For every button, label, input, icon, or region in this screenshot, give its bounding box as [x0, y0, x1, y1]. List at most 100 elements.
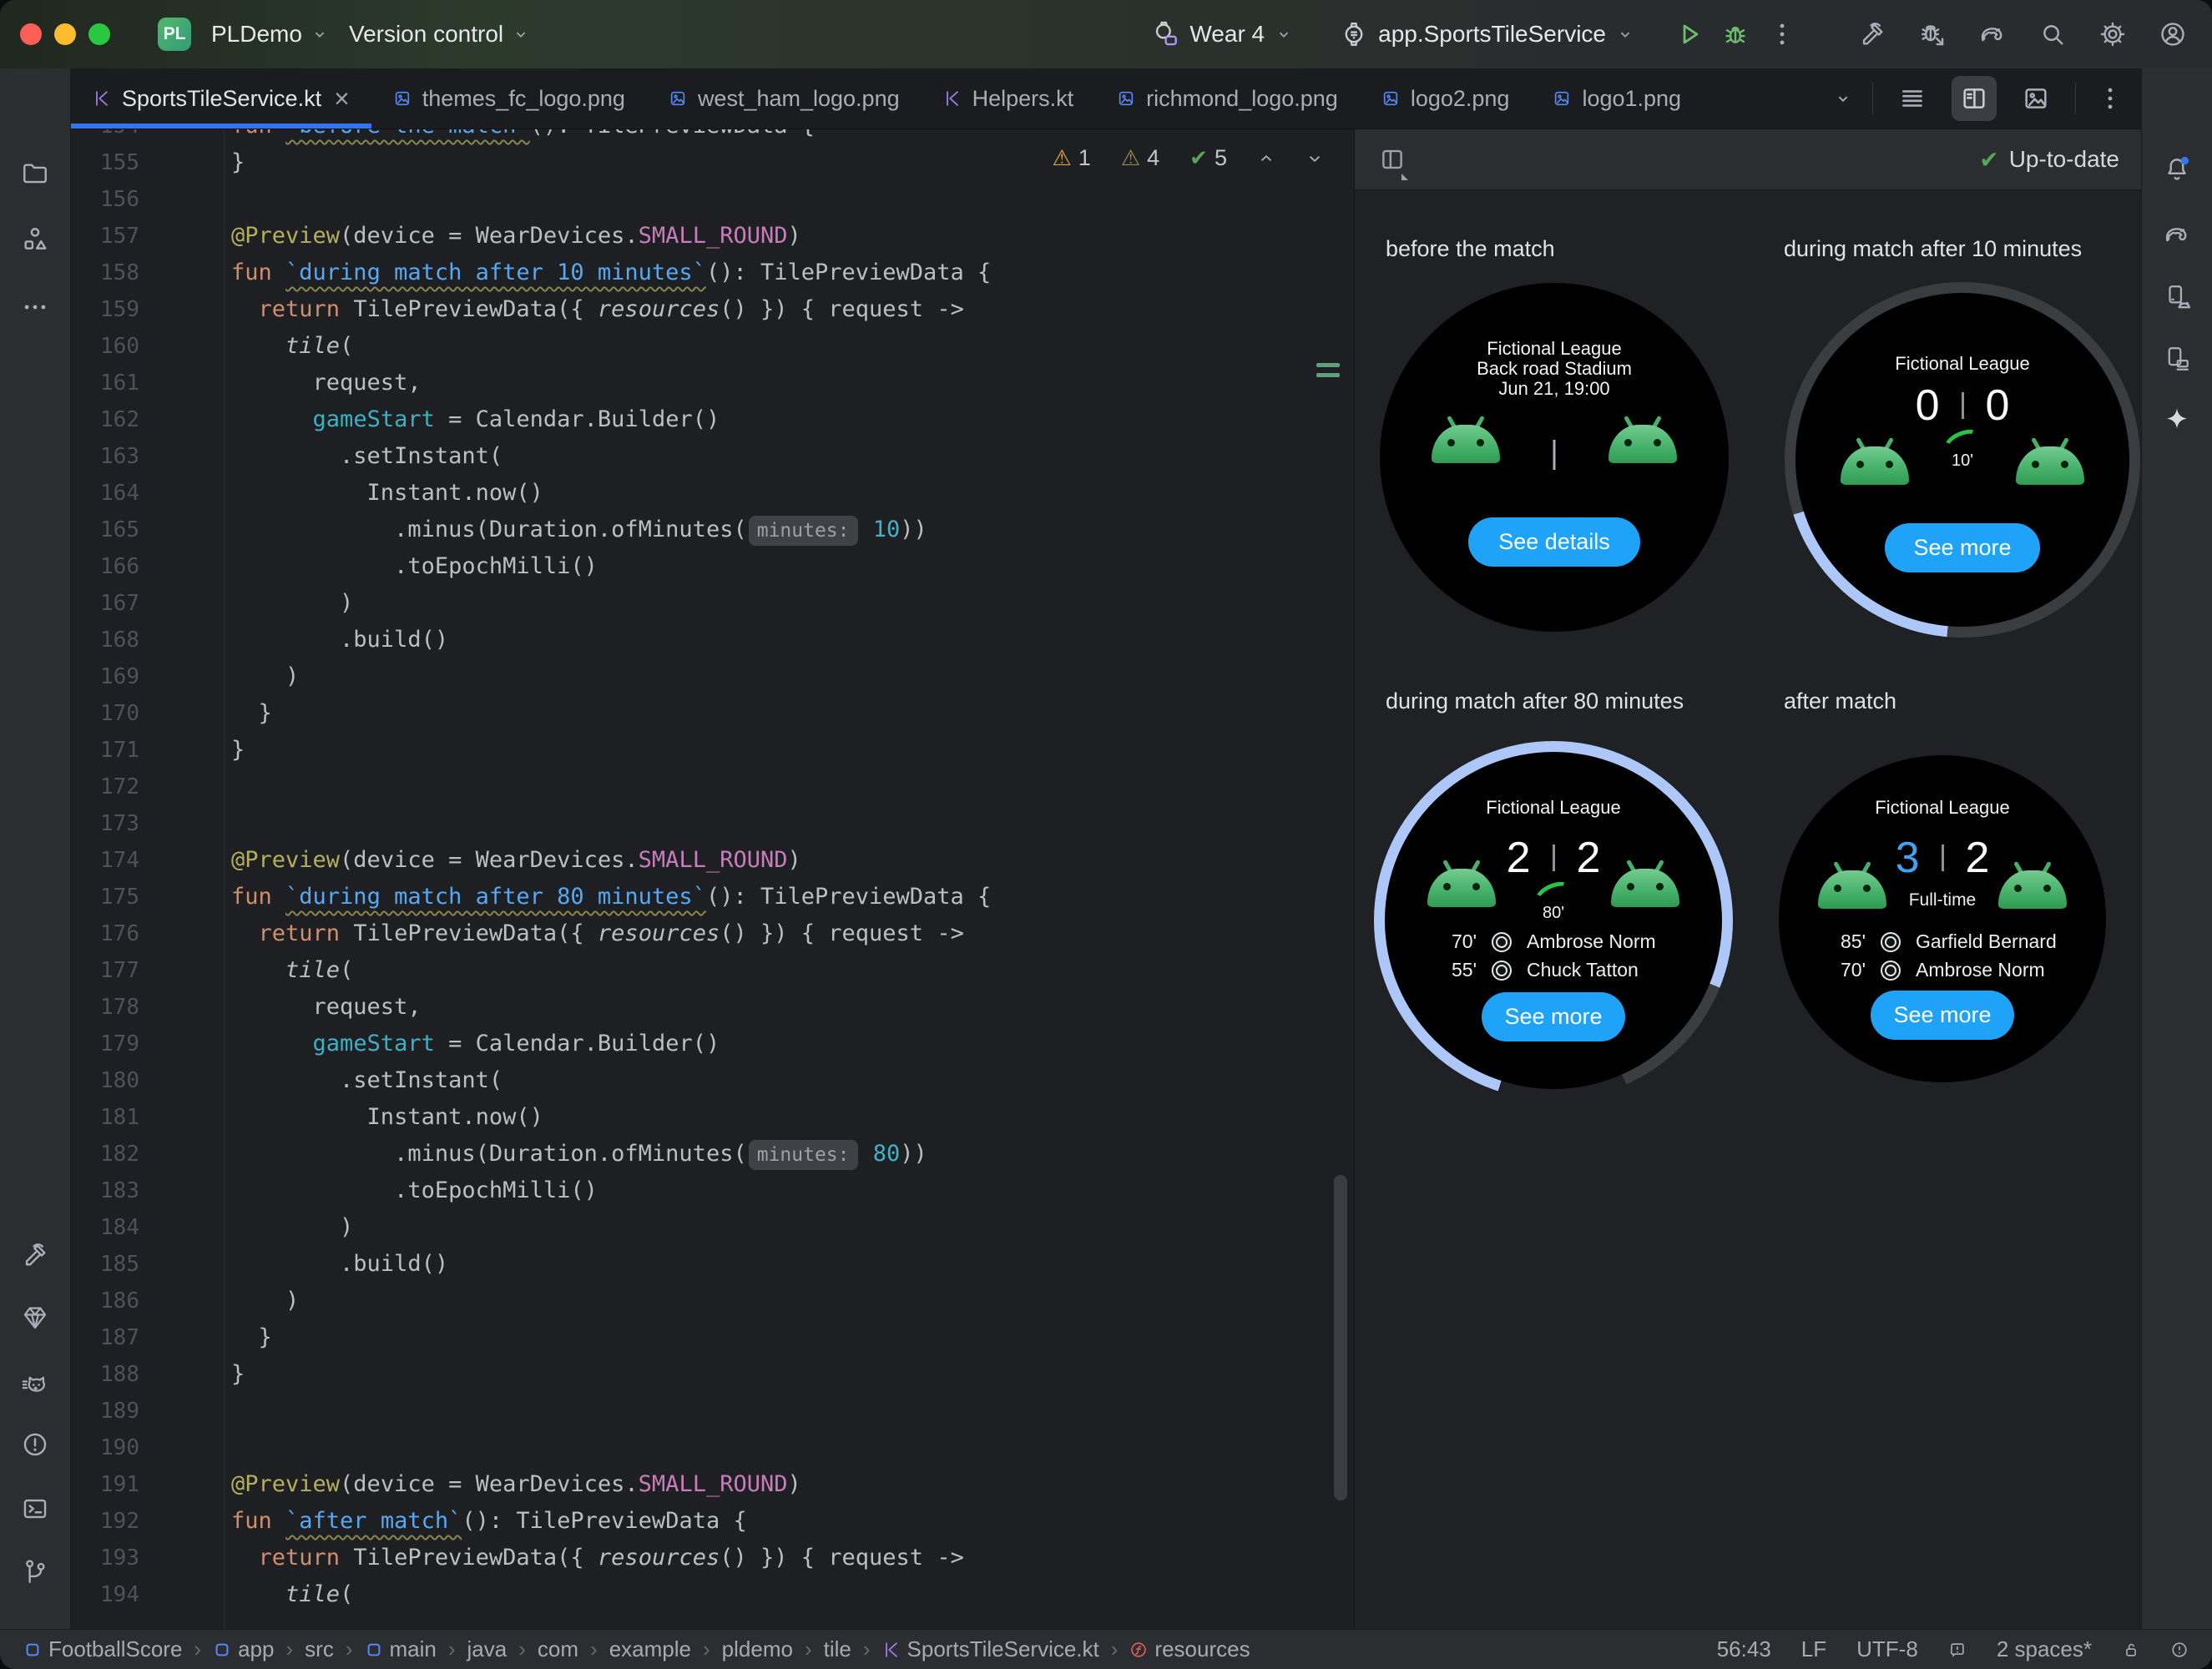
code-line[interactable]: 154fun `before the match`(): TilePreview… [71, 129, 1354, 144]
profile-button[interactable] [2155, 17, 2190, 52]
code-line[interactable]: 192 fun `after match`(): TilePreviewData … [71, 1503, 1354, 1540]
code-line[interactable]: 185 .build() [71, 1246, 1354, 1283]
code-line[interactable]: 162 gameStart = Calendar.Builder() [71, 401, 1354, 438]
breadcrumb-src[interactable]: src [305, 1636, 334, 1662]
preview-layout-button[interactable] [1376, 144, 1408, 175]
code-line[interactable]: 183 .toEpochMilli() [71, 1172, 1354, 1209]
code-line[interactable]: 189 [71, 1393, 1354, 1429]
breadcrumb-tile[interactable]: tile [824, 1636, 851, 1662]
code-line[interactable]: 166 .toEpochMilli() [71, 548, 1354, 585]
tab-overflow-button[interactable] [1831, 86, 1856, 111]
vcs-menu[interactable]: Version control [349, 21, 530, 48]
window-minimize-button[interactable] [54, 23, 76, 45]
tab-themes_fc_logo.png[interactable]: themes_fc_logo.png [371, 68, 647, 129]
code-line[interactable]: 194 tile( [71, 1576, 1354, 1613]
code-line[interactable]: 156 [71, 181, 1354, 218]
indent-setting[interactable]: 2 spaces* [1997, 1636, 2092, 1662]
version-control-tool-button[interactable] [18, 1554, 53, 1589]
code-line[interactable]: 184 ) [71, 1209, 1354, 1246]
breadcrumb-app[interactable]: app [213, 1636, 274, 1662]
notifications-tool-button[interactable] [2159, 152, 2194, 187]
tile-before-match[interactable]: Fictional League Back road Stadium Jun 2… [1380, 283, 1729, 632]
inspections-widget-button[interactable] [1948, 1641, 1967, 1659]
readonly-toggle[interactable] [2122, 1641, 2140, 1659]
code-line[interactable]: 179 gameStart = Calendar.Builder() [71, 1026, 1354, 1062]
project-tool-button[interactable] [18, 155, 53, 190]
code-line[interactable]: 190 [71, 1429, 1354, 1466]
code-line[interactable]: 193 return TilePreviewData({ resources()… [71, 1540, 1354, 1576]
tab-logo2.png[interactable]: logo2.png [1360, 68, 1532, 129]
preview-canvas[interactable]: before the match during match after 10 m… [1355, 190, 2141, 1629]
close-icon[interactable]: × [334, 85, 350, 112]
search-everywhere-button[interactable] [2035, 17, 2070, 52]
breadcrumb-FootballScore[interactable]: FootballScore [23, 1636, 182, 1662]
code-editor[interactable]: 154fun `before the match`(): TilePreview… [71, 129, 1354, 1629]
code-line[interactable]: 182 .minus(Duration.ofMinutes(minutes: 8… [71, 1136, 1354, 1172]
logcat-tool-button[interactable] [18, 1367, 53, 1402]
structure-tool-button[interactable] [18, 221, 53, 256]
breadcrumb-resources[interactable]: resources [1129, 1636, 1250, 1662]
code-line[interactable]: 191 @Preview(device = WearDevices.SMALL_R… [71, 1466, 1354, 1503]
problems-tool-button[interactable] [18, 1427, 53, 1462]
error-notification-button[interactable] [2170, 1641, 2189, 1659]
build-tool-button[interactable] [18, 1238, 53, 1273]
code-line[interactable]: 178 request, [71, 989, 1354, 1026]
code-line[interactable]: 180 .setInstant( [71, 1062, 1354, 1099]
breadcrumb-pldemo[interactable]: pldemo [722, 1636, 793, 1662]
device-selector[interactable]: Wear 4 [1151, 20, 1293, 48]
build-button[interactable] [1855, 17, 1890, 52]
next-problem-button[interactable] [1300, 149, 1329, 169]
code-line[interactable]: 188} [71, 1356, 1354, 1393]
code-line[interactable]: 167 ) [71, 585, 1354, 622]
run-configuration-selector[interactable]: app.SportsTileService [1340, 20, 1634, 48]
window-zoom-button[interactable] [88, 23, 110, 45]
code-line[interactable]: 165 .minus(Duration.ofMinutes(minutes: 1… [71, 512, 1354, 548]
code-line[interactable]: 176 return TilePreviewData({ resources()… [71, 915, 1354, 952]
app-quality-insights-button[interactable] [18, 1300, 53, 1335]
caret-position[interactable]: 56:43 [1717, 1636, 1771, 1662]
code-line[interactable]: 173 [71, 805, 1354, 842]
code-line[interactable]: 168 .build() [71, 622, 1354, 658]
code-line[interactable]: 170 } [71, 695, 1354, 732]
terminal-tool-button[interactable] [18, 1491, 53, 1526]
running-devices-tool-button[interactable] [2159, 341, 2194, 376]
device-manager-tool-button[interactable] [2159, 280, 2194, 315]
more-actions-button[interactable] [1765, 17, 1800, 52]
breadcrumb-main[interactable]: main [365, 1636, 437, 1662]
gradle-tool-button[interactable] [2159, 217, 2194, 252]
project-selector[interactable]: PLDemo [211, 21, 329, 48]
settings-button[interactable] [2095, 17, 2130, 52]
breadcrumb-example[interactable]: example [609, 1636, 691, 1662]
code-line[interactable]: 187 } [71, 1319, 1354, 1356]
code-line[interactable]: 158 fun `during match after 10 minutes`()… [71, 255, 1354, 291]
more-tool-windows-button[interactable] [18, 290, 53, 325]
weak-warnings-indicator[interactable]: ⚠ 1 [1047, 144, 1095, 172]
code-line[interactable]: 175 fun `during match after 80 minutes`()… [71, 879, 1354, 915]
editor-mode-split-button[interactable] [1952, 76, 1997, 121]
code-line[interactable]: 163 .setInstant( [71, 438, 1354, 475]
breadcrumb-java[interactable]: java [467, 1636, 508, 1662]
code-line[interactable]: 159 return TilePreviewData({ resources()… [71, 291, 1354, 328]
tile-during-match-10[interactable]: Fictional League 0 0 10' See more [1785, 282, 2140, 638]
code-line[interactable]: 157 @Preview(device = WearDevices.SMALL_R… [71, 218, 1354, 255]
line-separator[interactable]: LF [1801, 1636, 1826, 1662]
tile-after-match[interactable]: Fictional League 3 2 Full-time 85' Garfi… [1779, 755, 2106, 1082]
gemini-tool-button[interactable] [2159, 402, 2194, 437]
window-close-button[interactable] [20, 23, 42, 45]
editor-mode-design-button[interactable] [2013, 76, 2058, 121]
code-line[interactable]: 174 @Preview(device = WearDevices.SMALL_R… [71, 842, 1354, 879]
run-button[interactable] [1671, 17, 1706, 52]
tab-richmond_logo.png[interactable]: richmond_logo.png [1095, 68, 1360, 129]
code-line[interactable]: 177 tile( [71, 952, 1354, 989]
passed-indicator[interactable]: ✔ 5 [1184, 144, 1232, 172]
tab-west_ham_logo.png[interactable]: west_ham_logo.png [647, 68, 922, 129]
gradle-sync-button[interactable] [1975, 17, 2010, 52]
code-line[interactable]: 160 tile( [71, 328, 1354, 365]
file-encoding[interactable]: UTF-8 [1856, 1636, 1918, 1662]
code-line[interactable]: 169 ) [71, 658, 1354, 695]
warnings-indicator[interactable]: ⚠ 4 [1116, 144, 1164, 172]
attach-debugger-button[interactable] [1915, 17, 1950, 52]
tab-Helpers.kt[interactable]: Helpers.kt [922, 68, 1096, 129]
debug-button[interactable] [1718, 17, 1753, 52]
tile-during-match-80[interactable]: Fictional League 2 2 80' 70' Ambrose Nor… [1374, 741, 1733, 1100]
